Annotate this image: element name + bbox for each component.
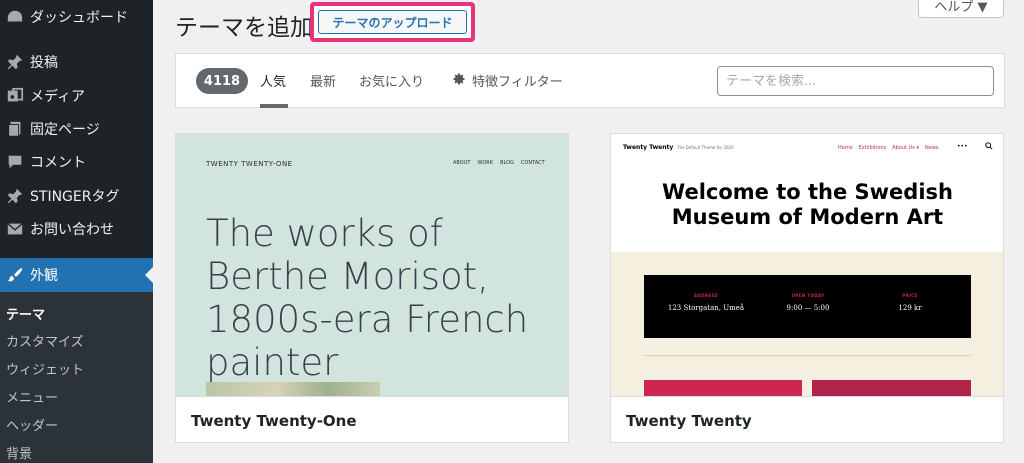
theme-card-twenty-twenty-one[interactable]: TWENTY TWENTY-ONE ABOUT WORK BLOG CONTAC… <box>175 133 569 443</box>
preview-nav: Home Exhibitions About Us ▾ News <box>838 145 938 151</box>
preview-menu-icon: ••• <box>957 143 968 150</box>
sidebar-item-stinger-tags[interactable]: STINGERタグ <box>0 179 153 213</box>
submenu-item-menus[interactable]: メニュー <box>6 387 58 406</box>
preview-tagline: The Default Theme for 2020 <box>677 145 734 150</box>
preview-nav-item: CONTACT <box>520 160 545 166</box>
preview-nav-item: BLOG <box>500 160 514 166</box>
preview-search-icon <box>985 142 993 152</box>
page-title: テーマを追加 <box>175 15 313 41</box>
tab-popular[interactable]: 人気 <box>260 71 286 90</box>
sidebar-item-label: コメント <box>30 155 86 171</box>
preview-painting-image <box>206 382 380 396</box>
preview-headline: Welcome to the Swedish Museum of Modern … <box>662 180 953 229</box>
submenu-item-customize[interactable]: カスタマイズ <box>6 331 84 350</box>
sidebar-item-contact[interactable]: お問い合わせ <box>0 212 153 246</box>
preview-info-price: PRICE 129 kr <box>860 293 960 312</box>
theme-card-twenty-twenty[interactable]: Twenty Twenty The Default Theme for 2020… <box>610 133 1004 443</box>
theme-filter-bar: 4118 人気 最新 お気に入り 特徴フィルター <box>175 53 1005 108</box>
media-icon <box>5 87 25 105</box>
sidebar-item-label: ダッシュボード <box>30 10 128 26</box>
preview-nav-item: ABOUT <box>453 160 471 166</box>
theme-name: Twenty Twenty-One <box>176 396 568 442</box>
theme-name: Twenty Twenty <box>611 396 1003 442</box>
preview-nav-item: News <box>924 145 939 151</box>
sidebar-item-label: 外観 <box>30 268 58 284</box>
page-icon <box>5 120 25 138</box>
gear-icon <box>452 72 466 90</box>
sidebar-item-label: メディア <box>30 89 86 105</box>
pin-icon <box>5 53 25 71</box>
submenu-item-themes[interactable]: テーマ <box>6 304 45 323</box>
upload-highlight-frame: テーマのアップロード <box>310 2 475 42</box>
preview-info-label: OPEN TODAY <box>791 293 825 298</box>
tab-latest[interactable]: 最新 <box>310 71 336 90</box>
preview-info-box: ADDRESS 123 Storgatan, Umeå OPEN TODAY 9… <box>644 275 971 338</box>
sidebar-item-appearance[interactable]: 外観 <box>0 258 153 292</box>
help-button[interactable]: ヘルプ ▼ <box>918 0 1004 18</box>
preview-headline: The works of Berthe Morisot, 1800s-era F… <box>206 212 529 384</box>
brush-icon <box>5 266 25 284</box>
feature-filter-label: 特徴フィルター <box>472 75 563 90</box>
feature-filter-button[interactable]: 特徴フィルター <box>452 71 563 90</box>
preview-nav: ABOUT WORK BLOG CONTACT <box>453 160 545 166</box>
theme-count-badge: 4118 <box>196 68 248 94</box>
preview-site-title: TWENTY TWENTY-ONE <box>206 160 293 168</box>
preview-info-hours: OPEN TODAY 9:00 — 5:00 <box>758 293 858 312</box>
sidebar-item-media[interactable]: メディア <box>0 79 153 113</box>
admin-sidebar: ダッシュボード 投稿 メディア 固定ページ コメント STINGERタグ お問い… <box>0 0 153 463</box>
theme-search-input[interactable] <box>717 66 994 96</box>
preview-info-value: 9:00 — 5:00 <box>786 304 830 312</box>
preview-nav-item: About Us ▾ <box>892 145 919 151</box>
sidebar-item-label: STINGERタグ <box>30 189 120 205</box>
active-tab-indicator <box>260 104 288 108</box>
comment-icon <box>5 153 25 171</box>
sidebar-item-label: 投稿 <box>30 55 58 71</box>
theme-screenshot[interactable]: TWENTY TWENTY-ONE ABOUT WORK BLOG CONTAC… <box>176 134 568 396</box>
preview-nav-item: Exhibitions <box>858 145 887 151</box>
mail-icon <box>5 220 25 238</box>
theme-screenshot[interactable]: Twenty Twenty The Default Theme for 2020… <box>611 134 1003 396</box>
tab-favorites[interactable]: お気に入り <box>359 71 424 90</box>
sidebar-item-posts[interactable]: 投稿 <box>0 45 153 79</box>
preview-divider <box>644 355 971 356</box>
submenu-item-header[interactable]: ヘッダー <box>6 415 58 434</box>
pin-icon <box>5 187 25 205</box>
submenu-item-widgets[interactable]: ウィジェット <box>6 359 84 378</box>
sidebar-item-label: 固定ページ <box>30 122 100 138</box>
sidebar-item-comments[interactable]: コメント <box>0 145 153 179</box>
sidebar-item-label: お問い合わせ <box>30 222 114 238</box>
preview-info-address: ADDRESS 123 Storgatan, Umeå <box>656 293 756 312</box>
preview-info-value: 129 kr <box>898 304 922 312</box>
sidebar-item-dashboard[interactable]: ダッシュボード <box>0 0 153 34</box>
preview-nav-item: WORK <box>477 160 494 166</box>
dashboard-icon <box>5 8 25 26</box>
preview-info-label: PRICE <box>902 293 918 298</box>
preview-site-title: Twenty Twenty <box>623 144 674 151</box>
preview-info-label: ADDRESS <box>694 293 718 298</box>
upload-theme-button[interactable]: テーマのアップロード <box>318 10 467 34</box>
preview-image-block <box>812 380 971 396</box>
submenu-item-background[interactable]: 背景 <box>6 443 32 462</box>
preview-image-block <box>644 380 802 396</box>
preview-info-value: 123 Storgatan, Umeå <box>667 304 745 312</box>
appearance-submenu: テーマ カスタマイズ ウィジェット メニュー ヘッダー 背景 <box>0 292 153 463</box>
sidebar-item-pages[interactable]: 固定ページ <box>0 112 153 146</box>
preview-nav-item: Home <box>838 145 853 151</box>
